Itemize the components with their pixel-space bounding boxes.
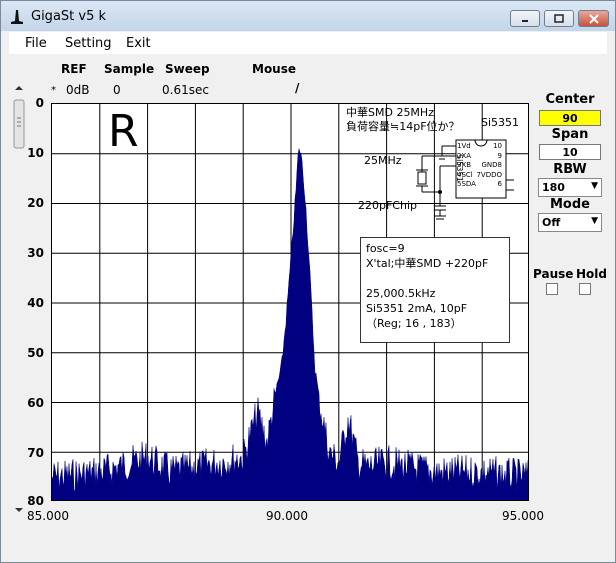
- chip-pin: 6: [497, 180, 502, 188]
- hold-checkbox[interactable]: [579, 283, 591, 295]
- pause-checkbox[interactable]: [546, 283, 558, 295]
- main-area: REF Sample Sweep Mouse * 0dB 0 0.61sec /…: [9, 54, 607, 554]
- app-logo-icon: [11, 10, 23, 24]
- chip-pin: 7VDDO: [476, 170, 502, 179]
- menu-setting[interactable]: Setting: [65, 36, 112, 51]
- mode-value: Off: [542, 216, 561, 229]
- sample-header: Sample: [104, 62, 155, 76]
- minimize-icon: [522, 20, 528, 22]
- menu-file[interactable]: File: [25, 36, 47, 51]
- ref-marker: *: [51, 85, 56, 96]
- chevron-down-icon: ▼: [591, 216, 598, 226]
- mouse-value: /: [295, 81, 300, 95]
- x-tick-label: 85.000: [27, 509, 69, 523]
- sweep-value: 0.61sec: [162, 83, 209, 97]
- rbw-label: RBW: [553, 162, 587, 177]
- y-tick-label: 70: [27, 446, 44, 460]
- menu-bar: File Setting Exit: [9, 32, 607, 54]
- mouse-header: Mouse: [252, 62, 297, 76]
- info-line-5: （Reg; 16 , 183）: [366, 317, 462, 330]
- sample-value: 0: [113, 83, 121, 97]
- maximize-icon: [554, 14, 564, 23]
- note-line-1: 中華SMD 25MHz: [346, 106, 434, 119]
- ref-header: REF: [61, 62, 87, 76]
- y-tick-label: 0: [35, 96, 44, 110]
- chip-pin: 9: [497, 151, 502, 160]
- y-tick-label: 10: [27, 146, 44, 160]
- mode-select[interactable]: Off ▼: [538, 213, 602, 232]
- info-line-4: Si5351 2mA, 10pF: [366, 302, 468, 315]
- info-line-2: X'tal;中華SMD +220pF: [366, 257, 489, 270]
- y-tick-label: 50: [27, 346, 44, 360]
- y-tick-label: 20: [27, 196, 44, 210]
- chip-name: Si5351: [481, 116, 520, 129]
- spectrum-plot[interactable]: R 中華SMD 25MHz 負荷容量≒14pF位か？ Si5351 25MHz …: [51, 103, 529, 501]
- ref-value: 0dB: [66, 83, 90, 97]
- x-tick-label: 95.000: [502, 509, 544, 523]
- center-input[interactable]: 90: [539, 110, 601, 126]
- mode-label: Mode: [550, 197, 590, 212]
- reference-marker-letter: R: [108, 106, 139, 157]
- span-input[interactable]: 10: [539, 144, 601, 160]
- close-button[interactable]: [578, 10, 609, 27]
- pause-label: Pause: [533, 267, 574, 281]
- menu-exit[interactable]: Exit: [126, 36, 151, 51]
- window-title: GigaSt v5 k: [31, 9, 107, 24]
- info-box: fosc=9 X'tal;中華SMD +220pF 25,000.5kHz Si…: [360, 237, 510, 343]
- info-line-1: fosc=9: [366, 242, 405, 255]
- maximize-button[interactable]: [544, 10, 574, 27]
- center-label: Center: [545, 92, 595, 107]
- rbw-select[interactable]: 180 ▼: [538, 178, 602, 197]
- title-bar: GigaSt v5 k: [1, 1, 615, 31]
- y-tick-label: 30: [27, 246, 44, 260]
- y-tick-label: 80: [27, 494, 44, 508]
- y-tick-label: 40: [27, 296, 44, 310]
- chevron-down-icon: ▼: [591, 181, 598, 191]
- hold-label: Hold: [576, 267, 607, 281]
- chip-pin: 10: [493, 142, 502, 150]
- chip-pins-right: 10 9 GND8 7VDDO 6: [476, 142, 502, 190]
- circuit-note: 中華SMD 25MHz 負荷容量≒14pF位か？: [346, 106, 460, 134]
- rbw-value: 180: [542, 181, 565, 194]
- x-tick-label: 90.000: [266, 509, 308, 523]
- close-icon: [588, 14, 599, 24]
- span-label: Span: [551, 127, 589, 142]
- app-window: GigaSt v5 k File Setting Exit REF Sample…: [0, 0, 616, 563]
- chip-vertical-label: Si5351: [455, 154, 464, 182]
- chip-pin: GND8: [481, 161, 502, 169]
- chip-pin: 1Vd: [457, 142, 471, 150]
- sweep-header: Sweep: [165, 62, 210, 76]
- y-tick-label: 60: [27, 396, 44, 410]
- minimize-button[interactable]: [510, 10, 540, 27]
- info-line-3: 25,000.5kHz: [366, 287, 436, 300]
